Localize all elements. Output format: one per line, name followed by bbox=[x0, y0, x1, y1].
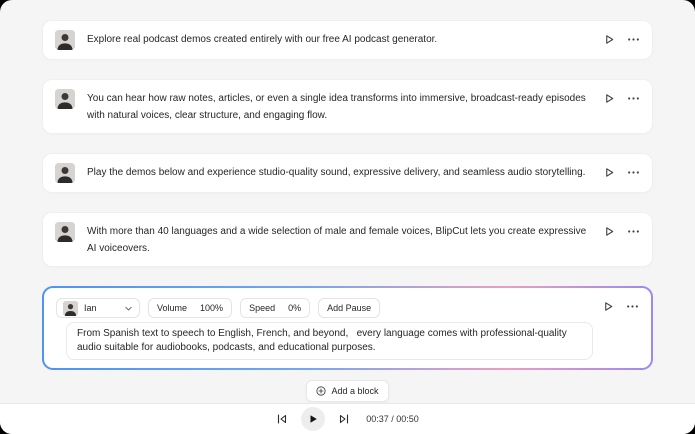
add-block-row: Add a block bbox=[42, 380, 653, 402]
more-options-button[interactable] bbox=[627, 33, 640, 46]
plus-circle-icon bbox=[316, 386, 326, 396]
volume-control[interactable]: Volume 100% bbox=[148, 298, 232, 318]
playback-time: 00:37 / 00:50 bbox=[366, 414, 419, 424]
play-icon bbox=[604, 34, 615, 45]
script-block[interactable]: Explore real podcast demos created entir… bbox=[42, 20, 653, 60]
play-block-button[interactable] bbox=[604, 34, 615, 45]
more-icon bbox=[626, 300, 639, 313]
add-block-button[interactable]: Add a block bbox=[306, 380, 388, 402]
play-filled-icon bbox=[308, 414, 318, 424]
add-pause-button[interactable]: Add Pause bbox=[318, 298, 380, 318]
play-icon bbox=[604, 226, 615, 237]
skip-forward-button[interactable] bbox=[338, 413, 350, 425]
voice-avatar bbox=[63, 301, 78, 316]
more-options-button[interactable] bbox=[627, 225, 640, 238]
script-block-text[interactable]: Play the demos below and experience stud… bbox=[87, 163, 592, 181]
skip-back-button[interactable] bbox=[276, 413, 288, 425]
chevron-down-icon bbox=[124, 304, 133, 313]
script-blocks-area: Explore real podcast demos created entir… bbox=[0, 0, 695, 402]
play-icon bbox=[604, 167, 615, 178]
speed-label: Speed bbox=[249, 303, 275, 313]
more-options-button[interactable] bbox=[627, 92, 640, 105]
play-icon bbox=[604, 93, 615, 104]
add-block-label: Add a block bbox=[331, 386, 378, 396]
block-actions bbox=[604, 33, 640, 46]
speed-value: 0% bbox=[288, 303, 301, 313]
speaker-avatar bbox=[55, 89, 75, 109]
volume-label: Volume bbox=[157, 303, 187, 313]
speaker-avatar bbox=[55, 163, 75, 183]
more-options-button[interactable] bbox=[627, 166, 640, 179]
more-icon bbox=[627, 225, 640, 238]
more-options-button[interactable] bbox=[626, 300, 639, 313]
add-pause-label: Add Pause bbox=[327, 303, 371, 313]
script-block[interactable]: Play the demos below and experience stud… bbox=[42, 153, 653, 193]
script-block-text[interactable]: With more than 40 languages and a wide s… bbox=[87, 222, 592, 257]
speaker-avatar bbox=[55, 222, 75, 242]
speaker-avatar bbox=[55, 30, 75, 50]
script-block[interactable]: You can hear how raw notes, articles, or… bbox=[42, 79, 653, 134]
script-block-text[interactable]: Explore real podcast demos created entir… bbox=[87, 30, 592, 48]
speed-control[interactable]: Speed 0% bbox=[240, 298, 310, 318]
script-block[interactable]: With more than 40 languages and a wide s… bbox=[42, 212, 653, 267]
play-block-button[interactable] bbox=[604, 226, 615, 237]
more-icon bbox=[627, 166, 640, 179]
more-icon bbox=[627, 33, 640, 46]
play-pause-button[interactable] bbox=[301, 407, 325, 431]
active-script-block: Ian Volume 100% Speed 0% Add Pause bbox=[42, 286, 653, 370]
voice-controls-row: Ian Volume 100% Speed 0% Add Pause bbox=[56, 298, 593, 318]
script-block-text[interactable]: You can hear how raw notes, articles, or… bbox=[87, 89, 592, 124]
audio-player-bar: 00:37 / 00:50 bbox=[0, 403, 695, 434]
play-block-button[interactable] bbox=[603, 301, 614, 312]
voice-selector-dropdown[interactable]: Ian bbox=[56, 298, 140, 318]
more-icon bbox=[627, 92, 640, 105]
block-actions bbox=[604, 92, 640, 105]
block-actions bbox=[604, 225, 640, 238]
voice-name: Ian bbox=[84, 303, 118, 313]
play-block-button[interactable] bbox=[604, 167, 615, 178]
block-actions bbox=[603, 300, 639, 313]
volume-value: 100% bbox=[200, 303, 223, 313]
skip-back-icon bbox=[276, 413, 288, 425]
play-icon bbox=[603, 301, 614, 312]
app-window: Explore real podcast demos created entir… bbox=[0, 0, 695, 434]
block-actions bbox=[604, 166, 640, 179]
play-block-button[interactable] bbox=[604, 93, 615, 104]
block-text-input[interactable]: From Spanish text to speech to English, … bbox=[66, 322, 593, 360]
skip-forward-icon bbox=[338, 413, 350, 425]
